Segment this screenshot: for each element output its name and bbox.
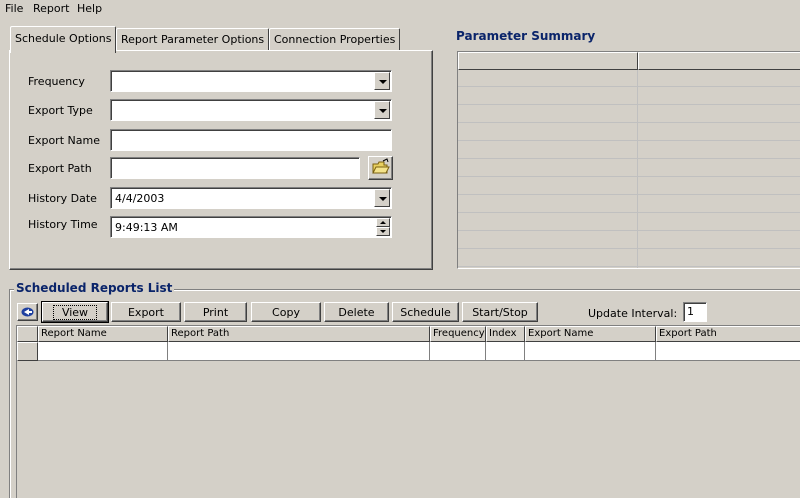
update-interval-value: 1: [687, 305, 694, 318]
col-header-export-path[interactable]: Export Path: [656, 326, 800, 342]
tab-report-parameter-options[interactable]: Report Parameter Options: [116, 28, 269, 51]
spin-up-icon[interactable]: [376, 218, 390, 227]
table-cell[interactable]: [486, 342, 525, 361]
menu-report[interactable]: Report: [33, 2, 69, 15]
export-name-input[interactable]: [110, 129, 392, 151]
col-header-index[interactable]: Index: [486, 326, 525, 342]
delete-button[interactable]: Delete: [324, 302, 389, 322]
view-button[interactable]: View: [41, 301, 109, 323]
print-button[interactable]: Print: [184, 302, 247, 322]
spin-down-icon[interactable]: [376, 227, 390, 236]
col-header-report-name[interactable]: Report Name: [38, 326, 168, 342]
refresh-button[interactable]: [17, 303, 38, 321]
chevron-down-icon[interactable]: [374, 101, 390, 119]
tab-schedule-options[interactable]: Schedule Options: [10, 26, 116, 53]
start-stop-button[interactable]: Start/Stop: [462, 302, 538, 322]
menu-file[interactable]: File: [5, 2, 23, 15]
schedule-button[interactable]: Schedule: [392, 302, 459, 322]
table-cell[interactable]: [38, 342, 168, 361]
navigate-icon: [21, 307, 34, 317]
history-date-label: History Date: [28, 192, 97, 205]
table-cell[interactable]: [656, 342, 800, 361]
history-date-value: 4/4/2003: [115, 192, 165, 205]
history-time-label: History Time: [28, 218, 98, 231]
frequency-select[interactable]: [110, 70, 392, 92]
scheduled-reports-title: Scheduled Reports List: [14, 281, 175, 295]
copy-button[interactable]: Copy: [251, 302, 321, 322]
row-selector[interactable]: [17, 342, 38, 361]
frequency-label: Frequency: [28, 75, 85, 88]
chevron-down-icon[interactable]: [374, 72, 390, 90]
export-name-label: Export Name: [28, 134, 100, 147]
menu-help[interactable]: Help: [77, 2, 102, 15]
table-cell[interactable]: [525, 342, 656, 361]
parameter-summary-grid[interactable]: [457, 51, 800, 269]
export-type-select[interactable]: [110, 99, 392, 121]
col-header-report-path[interactable]: Report Path: [168, 326, 430, 342]
browse-folder-button[interactable]: [368, 156, 393, 180]
time-spinner[interactable]: [376, 218, 390, 236]
open-folder-icon: [372, 158, 390, 174]
update-interval-input[interactable]: 1: [683, 302, 707, 322]
parameter-summary-title: Parameter Summary: [454, 29, 598, 43]
export-path-label: Export Path: [28, 162, 92, 175]
menu-bar: File Report Help: [0, 0, 800, 18]
table-cell[interactable]: [430, 342, 486, 361]
row-selector-header: [17, 326, 38, 342]
history-time-value: 9:49:13 AM: [115, 221, 178, 234]
col-header-frequency[interactable]: Frequency: [430, 326, 486, 342]
scheduled-reports-grid[interactable]: Report Name Report Path Frequency Index …: [16, 325, 800, 498]
export-type-label: Export Type: [28, 104, 93, 117]
param-col-header[interactable]: [458, 52, 638, 70]
tab-connection-properties[interactable]: Connection Properties: [269, 28, 400, 51]
col-header-export-name[interactable]: Export Name: [525, 326, 656, 342]
chevron-down-icon[interactable]: [374, 189, 390, 207]
history-date-picker[interactable]: 4/4/2003: [110, 187, 392, 209]
export-button[interactable]: Export: [111, 302, 181, 322]
table-cell[interactable]: [168, 342, 430, 361]
history-time-picker[interactable]: 9:49:13 AM: [110, 216, 392, 238]
param-col-header[interactable]: [638, 52, 800, 70]
update-interval-label: Update Interval:: [588, 307, 678, 320]
export-path-input[interactable]: [110, 157, 360, 179]
